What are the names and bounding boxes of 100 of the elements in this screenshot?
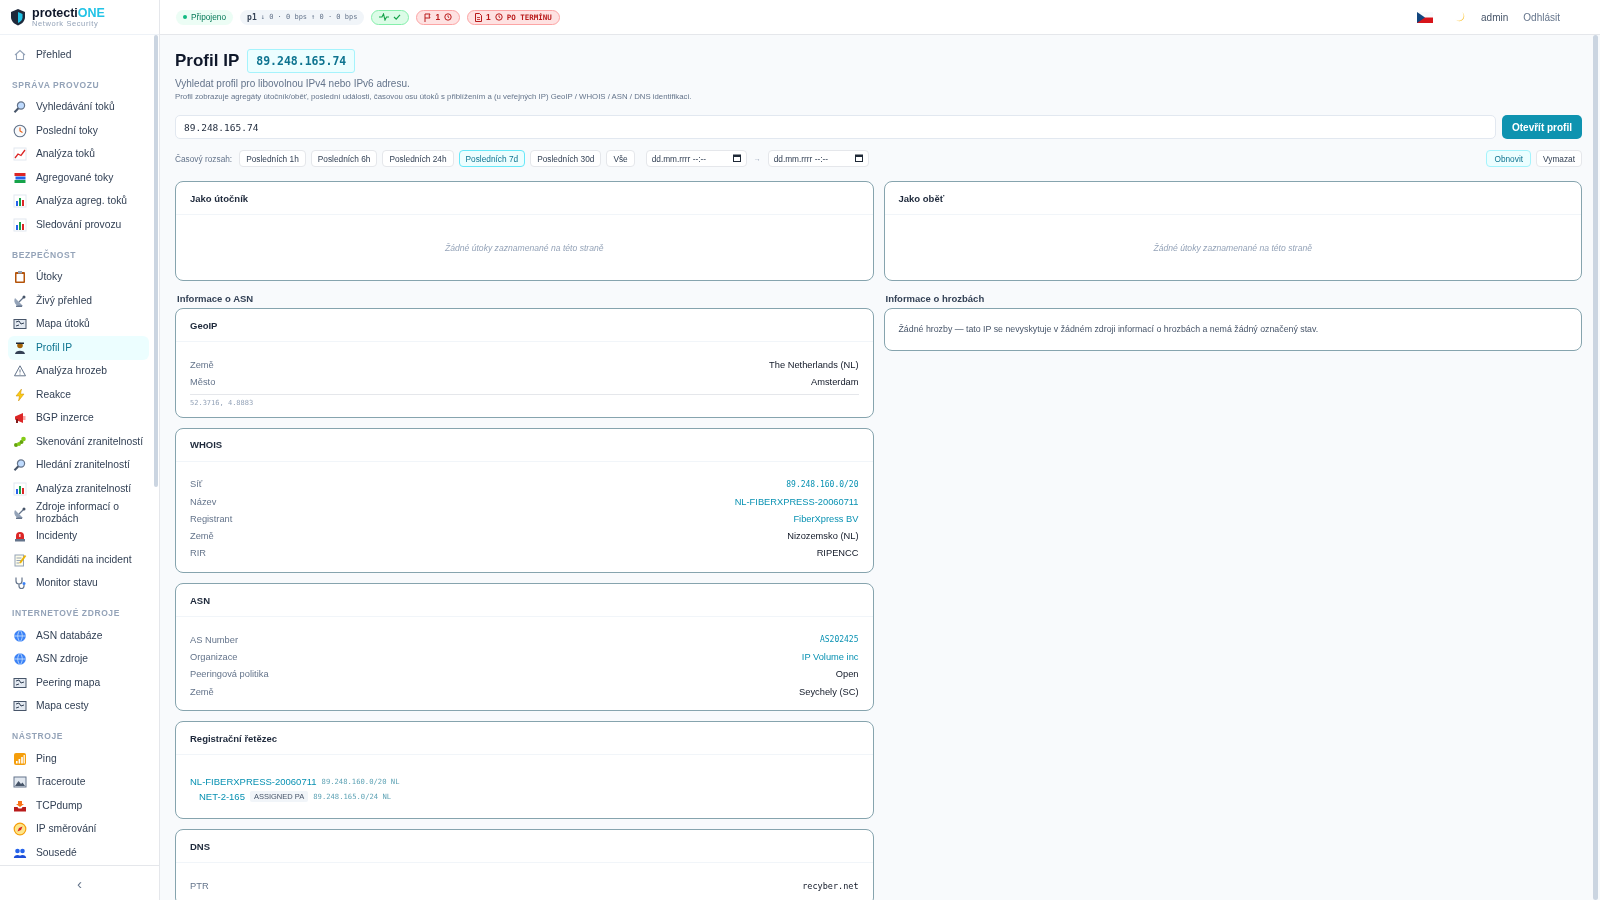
sidebar-item[interactable]: Kandidáti na incident	[8, 548, 149, 572]
sidebar-item[interactable]: Poslední toky	[8, 119, 149, 143]
sidebar-item[interactable]: Sledování provozu	[8, 213, 149, 237]
sidebar-item[interactable]: Traceroute	[8, 770, 149, 794]
sidebar-item[interactable]: Vyhledávání toků	[8, 95, 149, 119]
sidebar-item[interactable]: Útoky	[8, 265, 149, 289]
sidebar-item[interactable]: ASN zdroje	[8, 647, 149, 671]
sidebar-item[interactable]: Hledání zranitelností	[8, 453, 149, 477]
shield-logo-icon	[10, 8, 26, 26]
clipboard-icon	[13, 270, 27, 285]
sidebar-item[interactable]: Analýza agreg. toků	[8, 189, 149, 213]
registry-link[interactable]: NL-FIBERXPRESS-20060711	[190, 776, 317, 788]
sidebar-item[interactable]: Monitor stavu	[8, 571, 149, 595]
bar-chart-icon	[13, 217, 27, 232]
clear-button[interactable]: Vymazat	[1536, 150, 1582, 167]
section-heading: Informace o ASN	[177, 293, 255, 304]
line-chart-icon	[13, 147, 27, 162]
collapse-button[interactable]: ‹	[71, 874, 88, 892]
registry-link[interactable]: NET-2-165	[199, 791, 245, 803]
sidebar-item[interactable]: Ping	[8, 747, 149, 771]
section-heading: Informace o hrozbách	[885, 293, 986, 304]
check-icon	[393, 13, 402, 21]
time-range-button[interactable]: Posledních 30d	[530, 150, 602, 167]
time-range-button[interactable]: Posledních 24h	[382, 150, 454, 167]
sidebar-item[interactable]: Reakce	[8, 383, 149, 407]
map-icon	[13, 675, 27, 690]
ip-input-field[interactable]: 89.248.165.74	[175, 115, 1496, 139]
sidebar-item[interactable]: Agregované toky	[8, 166, 149, 190]
date-time-field[interactable]: dd.mm.rrrr --:--	[767, 150, 869, 167]
map-icon	[13, 699, 27, 714]
bar-chart-icon	[13, 194, 27, 209]
date-time-field[interactable]: dd.mm.rrrr --:--	[645, 150, 747, 167]
compass-icon	[13, 822, 27, 837]
sidebar-item[interactable]: Zdroje informací o hrozbách	[8, 500, 149, 525]
sidebar-item[interactable]: Profil IP	[8, 336, 149, 360]
refresh-button[interactable]: Obnovit	[1486, 150, 1532, 167]
siren-icon	[13, 529, 27, 544]
section-heading: NÁSTROJE	[12, 731, 65, 742]
time-range-button[interactable]: Posledních 1h	[239, 150, 306, 167]
sidebar-item[interactable]: Mapa cesty	[8, 694, 149, 718]
inbox-tray-icon	[13, 798, 27, 813]
field-value[interactable]: IP Volume inc	[801, 652, 859, 662]
sidebar-item[interactable]: TCPdump	[8, 794, 149, 818]
globe-icon	[13, 628, 27, 643]
czech-flag-icon	[1417, 11, 1434, 23]
search-icon	[13, 458, 27, 473]
map-icon	[13, 317, 27, 332]
sidebar-item[interactable]: Peering mapa	[8, 671, 149, 695]
sidebar-item[interactable]: ASN databáze	[8, 624, 149, 648]
sidebar-item[interactable]: Mapa útoků	[8, 312, 149, 336]
books-icon	[13, 170, 27, 185]
open-profile-button[interactable]: Otevřít profil	[1502, 115, 1582, 139]
search-icon	[13, 100, 27, 115]
field-value: Nizozemsko (NL)	[787, 531, 859, 542]
card-title: Jako útočník	[190, 192, 249, 204]
home-icon	[13, 47, 27, 62]
sidebar-item[interactable]: Přehled	[8, 43, 149, 67]
calendar-icon	[854, 154, 863, 162]
time-range-button[interactable]: Posledních 7d	[458, 150, 526, 167]
field-value[interactable]: AS202425	[819, 635, 859, 645]
time-range-button[interactable]: Posledních 6h	[310, 150, 378, 167]
sidebar-item[interactable]: Analýza toků	[8, 142, 149, 166]
threat-message: Žádné hrozby — tato IP se nevyskytuje v žádném zdroji informací o hrozbách a nemá žádný označený stav.	[897, 323, 1320, 336]
field-label: Město	[190, 376, 216, 387]
field-label: AS Number	[190, 634, 239, 645]
document-icon	[475, 12, 483, 22]
field-value[interactable]: NL-FIBERXPRESS-20060711	[734, 496, 859, 507]
globe-icon	[13, 652, 27, 667]
user-name: admin	[1481, 11, 1509, 23]
page-title: Profil IP	[175, 51, 240, 71]
person-icon	[13, 340, 27, 355]
moon-icon	[1454, 11, 1467, 23]
field-label: Registrant	[190, 513, 233, 524]
sidebar-item[interactable]: Analýza hrozeb	[8, 359, 149, 383]
sidebar-item[interactable]: Sousedé	[8, 841, 149, 865]
sidebar-item[interactable]: Skenování zranitelností	[8, 430, 149, 454]
warning-icon	[13, 364, 27, 379]
card-title: GeoIP	[190, 319, 218, 331]
sidebar-item[interactable]: Živý přehled	[8, 289, 149, 313]
flag-icon	[424, 12, 432, 22]
field-label: Peeringová politika	[190, 669, 269, 680]
logout-link[interactable]: Odhlásit	[1523, 11, 1560, 23]
sidebar-item[interactable]: Incidenty	[8, 524, 149, 548]
clock-icon	[494, 13, 503, 21]
connection-status: Připojeno	[176, 9, 234, 25]
ip-badge: 89.248.165.74	[247, 49, 356, 73]
stethoscope-icon	[13, 576, 27, 591]
card-title: WHOIS	[190, 439, 223, 451]
sidebar-item[interactable]: Analýza zranitelností	[8, 477, 149, 501]
field-label: PTR	[190, 880, 209, 891]
field-label: Organizace	[190, 652, 238, 662]
field-value[interactable]: 89.248.160.0/20	[786, 479, 859, 489]
sidebar-item[interactable]: BGP inzerce	[8, 406, 149, 430]
sidebar-item[interactable]: IP směrování	[8, 817, 149, 841]
time-range-button[interactable]: Vše	[606, 150, 635, 167]
field-value[interactable]: FiberXpress BV	[793, 513, 859, 524]
field-label: Země	[190, 686, 214, 697]
card-title: Registrační řetězec	[190, 732, 278, 744]
alerts-badge[interactable]: 1	[416, 9, 461, 25]
section-heading: INTERNETOVÉ ZDROJE	[12, 608, 121, 619]
